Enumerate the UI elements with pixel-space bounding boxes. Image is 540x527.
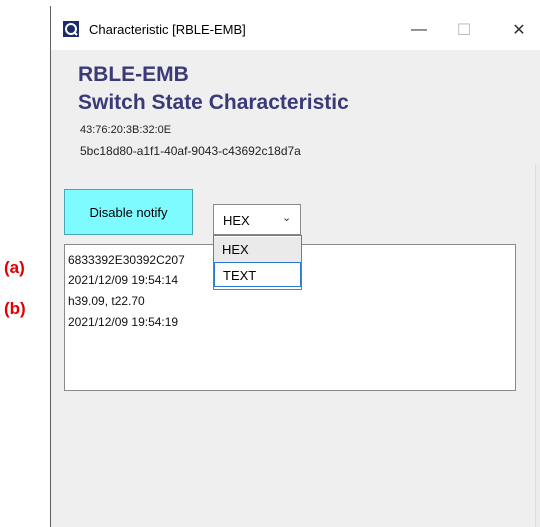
format-select[interactable]: HEX ⌄ [213,204,301,235]
maximize-button[interactable]: ☐ [442,15,486,45]
log-line: h39.09, t22.70 [68,294,145,308]
device-name: RBLE-EMB [78,63,189,86]
annotation-b: (b) [4,299,26,318]
close-button[interactable]: ✕ [497,15,540,45]
log-line: 2021/12/09 19:54:14 [68,273,179,287]
log-line: 2021/12/09 19:54:19 [68,315,179,329]
format-option-text[interactable]: TEXT [214,262,301,287]
characteristic-window: Characteristic [RBLE-EMB] — ☐ ✕ RBLE-EMB… [50,6,540,527]
annotation-a: (a) [4,258,25,277]
window-title: Characteristic [RBLE-EMB] [89,22,246,37]
scrollbar[interactable] [535,164,540,527]
format-select-value: HEX [223,213,250,228]
disable-notify-button[interactable]: Disable notify [64,189,193,235]
log-line: 6833392E30392C207 [68,253,185,267]
format-dropdown-list: HEX TEXT [213,235,302,290]
app-icon [63,21,79,37]
characteristic-name: Switch State Characteristic [78,91,349,114]
mac-address: 43:76:20:3B:32:0E [80,124,172,136]
minimize-button[interactable]: — [397,15,441,45]
format-option-hex[interactable]: HEX [214,237,301,262]
chevron-down-icon: ⌄ [282,212,292,224]
title-bar: Characteristic [RBLE-EMB] — ☐ ✕ [51,6,540,50]
characteristic-uuid: 5bc18d80-a1f1-40af-9043-c43692c18d7a [80,144,301,158]
